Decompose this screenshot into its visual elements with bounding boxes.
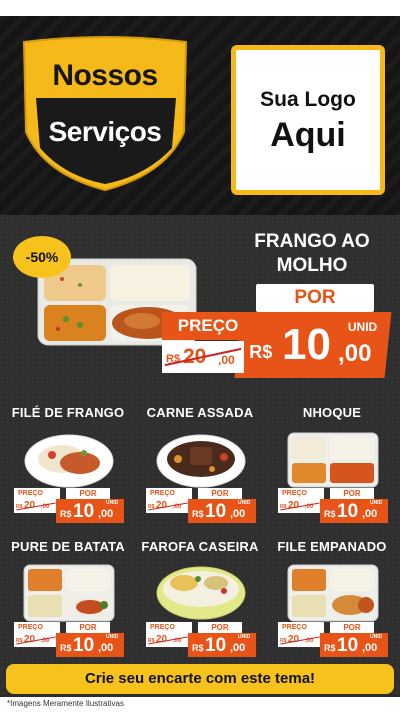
item-new-price: R$ 10 ,00 UNID bbox=[320, 633, 388, 657]
price-currency: R$ bbox=[60, 509, 72, 519]
price-integer: 10 bbox=[205, 635, 227, 656]
price-decimal: ,00 bbox=[230, 642, 246, 654]
shield-title-line2: Serviços bbox=[48, 116, 162, 147]
item-new-price: R$ 10 ,00 UNID bbox=[56, 633, 124, 657]
item-old-price: R$ 20 ,00 bbox=[278, 499, 324, 513]
footer: *Imagens Meramente Ilustrativas bbox=[0, 697, 400, 712]
featured-por-label: POR bbox=[256, 284, 374, 312]
item-name: CARNE ASSADA bbox=[146, 405, 254, 420]
item-new-price: R$ 10 ,00 UNID bbox=[320, 499, 388, 523]
price-currency: R$ bbox=[192, 643, 204, 653]
price-integer: 10 bbox=[337, 501, 359, 522]
item-preco-label: PREÇO bbox=[278, 488, 324, 499]
item-preco-label: PREÇO bbox=[146, 488, 192, 499]
price-integer: 10 bbox=[337, 635, 359, 656]
price-integer: 10 bbox=[73, 501, 95, 522]
item-tray-image bbox=[23, 564, 115, 622]
item-bowl-image bbox=[24, 434, 114, 488]
item-por-label: POR bbox=[66, 488, 110, 499]
price-unit: UNID bbox=[347, 320, 378, 334]
logo-placeholder[interactable]: Sua Logo Aqui bbox=[231, 45, 385, 195]
price-unit: UNID bbox=[370, 500, 383, 506]
item-por-label: POR bbox=[330, 488, 374, 499]
item-por-label: POR bbox=[66, 622, 110, 633]
price-decimal: ,00 bbox=[98, 508, 114, 520]
price-unit: UNID bbox=[106, 500, 119, 506]
item-por-label: POR bbox=[330, 622, 374, 633]
item-new-price: R$ 10 ,00 UNID bbox=[188, 499, 256, 523]
price-currency: R$ bbox=[192, 509, 204, 519]
menu-item[interactable]: NHOQUE PREÇO R$ 20 ,00 POR R$ 10 ,00 UNI… bbox=[268, 405, 396, 523]
price-decimal: ,00 bbox=[98, 642, 114, 654]
price-currency: R$ bbox=[324, 509, 336, 519]
item-old-price: R$ 20 ,00 bbox=[14, 633, 60, 647]
price-currency: R$ bbox=[60, 643, 72, 653]
item-tray-image bbox=[287, 564, 379, 622]
item-old-price: R$ 20 ,00 bbox=[14, 499, 60, 513]
logo-text-line1: Sua Logo bbox=[260, 88, 356, 111]
item-name: FILÉ DE FRANGO bbox=[11, 405, 125, 420]
item-name: FILE EMPANADO bbox=[277, 539, 387, 554]
price-integer: 10 bbox=[73, 635, 95, 656]
item-new-price: R$ 10 ,00 UNID bbox=[188, 633, 256, 657]
item-por-label: POR bbox=[198, 622, 242, 633]
menu-item[interactable]: PURE DE BATATA PREÇO R$ 20 ,00 POR R$ 10… bbox=[4, 539, 132, 657]
cta-banner[interactable]: Crie seu encarte com este tema! bbox=[6, 664, 394, 694]
item-name: FAROFA CASEIRA bbox=[141, 539, 259, 554]
logo-text-line2: Aqui bbox=[270, 116, 346, 154]
item-old-price: R$ 20 ,00 bbox=[278, 633, 324, 647]
price-decimal: ,00 bbox=[230, 508, 246, 520]
price-decimal: ,00 bbox=[362, 642, 378, 654]
header-top-stripe bbox=[0, 0, 400, 16]
item-preco-label: PREÇO bbox=[146, 622, 192, 633]
item-name: PURE DE BATATA bbox=[11, 539, 125, 554]
item-bowl-image bbox=[156, 566, 246, 620]
price-integer: 10 bbox=[282, 320, 331, 369]
price-currency: R$ bbox=[249, 342, 273, 362]
item-old-price: R$ 20 ,00 bbox=[146, 633, 192, 647]
menu-item[interactable]: FAROFA CASEIRA PREÇO R$ 20 ,00 POR R$ 10… bbox=[136, 539, 264, 657]
price-unit: UNID bbox=[238, 500, 251, 506]
price-integer: 10 bbox=[205, 501, 227, 522]
price-decimal: ,00 bbox=[362, 508, 378, 520]
featured-title: FRANGO AO MOLHO bbox=[254, 231, 370, 276]
item-preco-label: PREÇO bbox=[278, 622, 324, 633]
item-old-price: R$ 20 ,00 bbox=[146, 499, 192, 513]
price-unit: UNID bbox=[106, 634, 119, 640]
old-price-decimal: ,00 bbox=[218, 353, 235, 367]
menu-item[interactable]: CARNE ASSADA PREÇO R$ 20 ,00 POR R$ 10 ,… bbox=[136, 405, 264, 523]
price-unit: UNID bbox=[238, 634, 251, 640]
menu-item[interactable]: FILE EMPANADO PREÇO R$ 20 ,00 POR R$ 10 … bbox=[268, 539, 396, 657]
item-por-label: POR bbox=[198, 488, 242, 499]
featured-new-price: R$ 10 ,00 UNID bbox=[234, 312, 392, 378]
services-shield: Nossos Serviços bbox=[16, 36, 194, 194]
featured-preco-label: PREÇO bbox=[162, 312, 254, 340]
menu-item[interactable]: FILÉ DE FRANGO PREÇO R$ 20 ,00 POR R$ 10… bbox=[4, 405, 132, 523]
price-decimal: ,00 bbox=[338, 340, 372, 367]
item-name: NHOQUE bbox=[302, 405, 362, 420]
footer-disclaimer: *Imagens Meramente Ilustrativas bbox=[7, 699, 124, 708]
discount-badge: -50% bbox=[13, 236, 71, 278]
featured-old-price: R$ 20 ,00 bbox=[162, 341, 244, 373]
item-preco-label: PREÇO bbox=[14, 488, 60, 499]
price-currency: R$ bbox=[324, 643, 336, 653]
item-preco-label: PREÇO bbox=[14, 622, 60, 633]
item-tray-image bbox=[287, 432, 379, 488]
price-unit: UNID bbox=[370, 634, 383, 640]
item-new-price: R$ 10 ,00 UNID bbox=[56, 499, 124, 523]
shield-title-line1: Nossos bbox=[52, 59, 158, 92]
item-bowl-image bbox=[156, 434, 246, 488]
